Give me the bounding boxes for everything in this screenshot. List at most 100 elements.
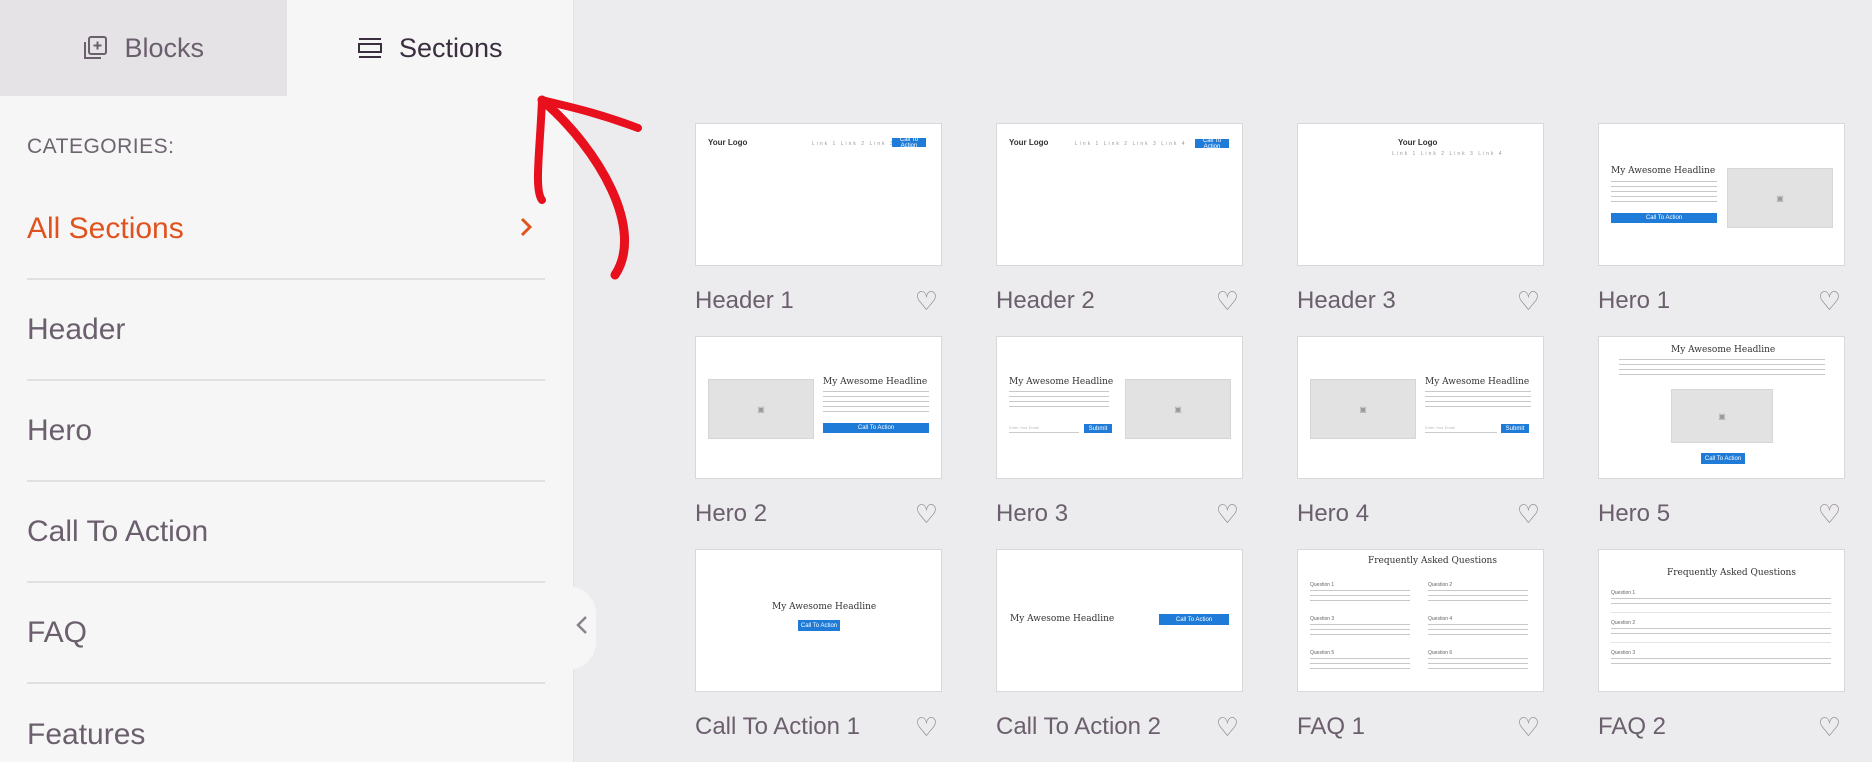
category-label: Features (27, 717, 146, 751)
section-thumbnail[interactable]: My Awesome Headline Call To Action (695, 549, 942, 692)
heart-icon[interactable]: ♡ (915, 501, 938, 527)
section-card: My Awesome Headline Call To Action ▣ Her… (1598, 123, 1845, 336)
heart-icon[interactable]: ♡ (915, 288, 938, 314)
section-name: Hero 2 (695, 500, 768, 527)
heart-icon[interactable]: ♡ (1818, 288, 1841, 314)
thumb-headline: My Awesome Headline (1009, 377, 1114, 387)
image-icon: ▣ (708, 379, 814, 439)
heart-icon[interactable]: ♡ (1216, 714, 1239, 740)
section-card: Frequently Asked Questions Question 1 Qu… (1297, 549, 1544, 762)
category-label: FAQ (27, 615, 88, 649)
thumb-cta: Call To Action (798, 620, 840, 631)
section-thumbnail[interactable]: My Awesome Headline ▣ Call To Action (1598, 336, 1845, 479)
thumb-logo: Your Logo (708, 138, 748, 147)
tab-bar: Blocks Sections (0, 0, 573, 96)
section-thumbnail[interactable]: My Awesome Headline Call To Action (996, 549, 1243, 692)
section-card: Your Logo Link 1 Link 2 Link 3 Link 4 Ca… (996, 123, 1243, 336)
thumb-cta: Call To Action (892, 137, 926, 149)
heart-icon[interactable]: ♡ (1818, 501, 1841, 527)
section-card: Your Logo Link 1 Link 2 Link 3 Link 4 He… (1297, 123, 1544, 336)
annotation-arrow-icon (533, 95, 642, 280)
section-name: Hero 3 (996, 500, 1069, 527)
thumb-cta: Call To Action (823, 423, 929, 433)
category-header[interactable]: Header (27, 280, 545, 381)
section-name: Header 3 (1297, 287, 1396, 314)
thumb-cta: Call To Action (1611, 213, 1717, 223)
category-label: All Sections (27, 212, 184, 245)
thumb-headline: My Awesome Headline (1425, 377, 1530, 387)
thumb-headline: My Awesome Headline (1611, 166, 1716, 176)
tab-sections-label: Sections (398, 32, 503, 63)
section-card: ▣ My Awesome Headline Enter Your Email S… (1297, 336, 1544, 549)
tab-blocks-label: Blocks (124, 32, 205, 63)
thumb-cta: Call To Action (1195, 138, 1229, 150)
chevron-left-icon (576, 615, 588, 641)
thumb-logo: Your Logo (1009, 138, 1049, 147)
category-call-to-action[interactable]: Call To Action (27, 482, 545, 583)
category-label: Call To Action (27, 514, 209, 548)
section-card: My Awesome Headline Enter Your Email Sub… (996, 336, 1243, 549)
section-name: FAQ 2 (1598, 713, 1667, 740)
category-all-sections[interactable]: All Sections (27, 180, 545, 280)
category-features[interactable]: Features (27, 684, 545, 762)
category-label: Hero (27, 413, 93, 447)
thumb-cta: Call To Action (1701, 453, 1745, 464)
heart-icon[interactable]: ♡ (915, 714, 938, 740)
thumb-email-input: Enter Your Email (1425, 425, 1497, 433)
image-icon: ▣ (1671, 389, 1773, 443)
section-name: Hero 5 (1598, 500, 1671, 527)
thumb-cta: Call To Action (1159, 614, 1229, 625)
image-icon: ▣ (1310, 379, 1416, 439)
section-name: Header 1 (695, 287, 794, 314)
thumb-headline: My Awesome Headline (823, 377, 928, 387)
thumb-submit: Submit (1501, 424, 1529, 433)
section-thumbnail[interactable]: Your Logo Link 1 Link 2 Link 3 Link 4 (1297, 123, 1544, 266)
section-thumbnail[interactable]: My Awesome Headline Call To Action ▣ (1598, 123, 1845, 266)
section-name: Call To Action 2 (996, 713, 1161, 740)
section-thumbnail[interactable]: Your Logo Link 1 Link 2 Link 3 Link 4 Ca… (996, 123, 1243, 266)
section-thumbnail[interactable]: My Awesome Headline Enter Your Email Sub… (996, 336, 1243, 479)
section-card: My Awesome Headline ▣ Call To Action Her… (1598, 336, 1845, 549)
category-hero[interactable]: Hero (27, 381, 545, 482)
heart-icon[interactable]: ♡ (1216, 288, 1239, 314)
heart-icon[interactable]: ♡ (1517, 288, 1540, 314)
section-card: My Awesome Headline Call To Action Call … (695, 549, 942, 762)
heart-icon[interactable]: ♡ (1517, 714, 1540, 740)
thumb-nav: Link 1 Link 2 Link 3 Link 4 (1075, 141, 1187, 147)
add-block-icon (82, 35, 108, 61)
heart-icon[interactable]: ♡ (1216, 501, 1239, 527)
collapse-sidebar-button[interactable] (568, 586, 596, 670)
image-icon: ▣ (1125, 379, 1231, 439)
section-thumbnail[interactable]: Frequently Asked Questions Question 1 Qu… (1598, 549, 1845, 692)
section-name: Call To Action 1 (695, 713, 860, 740)
section-thumbnail[interactable]: Frequently Asked Questions Question 1 Qu… (1297, 549, 1544, 692)
thumb-faq-title: Frequently Asked Questions (1368, 556, 1497, 566)
category-list: All Sections Header Hero Call To Action … (27, 180, 545, 762)
section-card: Your Logo Link 1 Link 2 Link 3 Link 4 Ca… (695, 123, 942, 336)
thumb-headline: My Awesome Headline (1010, 614, 1115, 624)
section-name: Hero 1 (1598, 287, 1671, 314)
thumb-headline: My Awesome Headline (1671, 345, 1776, 355)
image-icon: ▣ (1727, 168, 1833, 228)
tab-blocks[interactable]: Blocks (0, 0, 287, 96)
section-thumbnail[interactable]: Your Logo Link 1 Link 2 Link 3 Link 4 Ca… (695, 123, 942, 266)
categories-label: CATEGORIES: (27, 135, 175, 158)
section-card: ▣ My Awesome Headline Call To Action Her… (695, 336, 942, 549)
section-name: FAQ 1 (1297, 713, 1366, 740)
section-card: My Awesome Headline Call To Action Call … (996, 549, 1243, 762)
section-thumbnail[interactable]: ▣ My Awesome Headline Call To Action (695, 336, 942, 479)
section-card: Frequently Asked Questions Question 1 Qu… (1598, 549, 1845, 762)
sections-icon (357, 36, 383, 60)
heart-icon[interactable]: ♡ (1517, 501, 1540, 527)
section-name: Hero 4 (1297, 500, 1370, 527)
thumb-logo: Your Logo (1398, 138, 1438, 147)
section-thumbnail[interactable]: ▣ My Awesome Headline Enter Your Email S… (1297, 336, 1544, 479)
category-faq[interactable]: FAQ (27, 583, 545, 684)
section-grid: Your Logo Link 1 Link 2 Link 3 Link 4 Ca… (695, 123, 1845, 762)
thumb-headline: My Awesome Headline (772, 602, 877, 612)
section-name: Header 2 (996, 287, 1095, 314)
category-label: Header (27, 312, 126, 346)
thumb-email-input: Enter Your Email (1009, 425, 1079, 433)
thumb-faq-title: Frequently Asked Questions (1667, 568, 1796, 578)
heart-icon[interactable]: ♡ (1818, 714, 1841, 740)
